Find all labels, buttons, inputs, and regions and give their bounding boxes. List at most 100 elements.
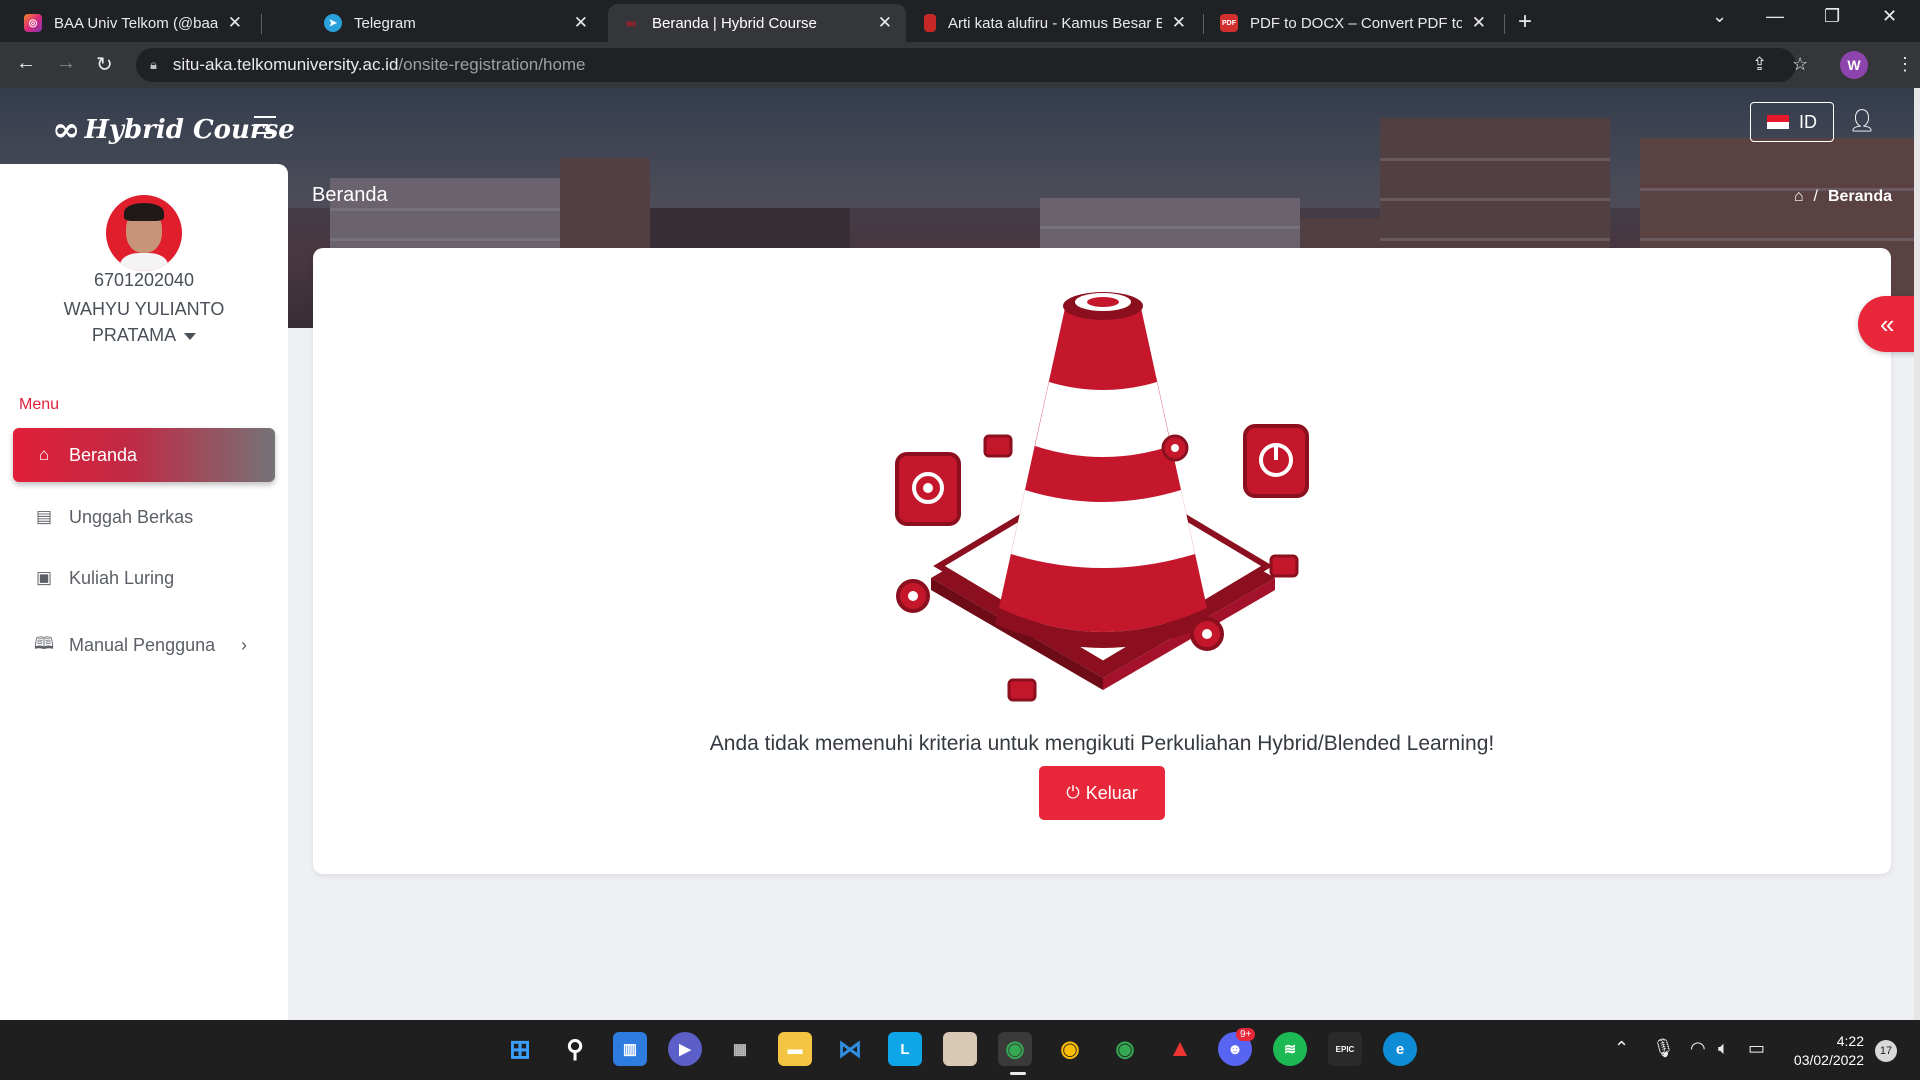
epic-games-icon[interactable]: EPIC — [1328, 1032, 1362, 1066]
user-name: WAHYU YULIANTO PRATAMA — [63, 299, 225, 345]
indonesia-flag-icon — [1767, 115, 1789, 129]
caret-down-icon — [184, 332, 197, 340]
breadcrumb-home-icon[interactable]: ⌂ — [1794, 188, 1804, 206]
browser-tab-strip: ◎ BAA Univ Telkom (@baa_univtelk ✕ ➤ Tel… — [0, 0, 1920, 42]
menu-toggle-icon[interactable] — [254, 116, 276, 140]
forward-icon[interactable]: → — [56, 52, 76, 75]
tab-pdf-to-docx[interactable]: PDF PDF to DOCX – Convert PDF to D ✕ — [1206, 4, 1500, 42]
page-title: Beranda — [312, 184, 388, 206]
more-menu-icon[interactable]: ⋮ — [1896, 54, 1914, 75]
system-clock[interactable]: 4:22 03/02/2022 — [1784, 1032, 1864, 1070]
close-tab-icon[interactable]: ✕ — [1172, 13, 1186, 33]
tab-title: Beranda | Hybrid Course — [652, 14, 817, 32]
angular-icon[interactable]: ▲ — [1163, 1032, 1197, 1066]
home-icon: ⌂ — [38, 445, 50, 464]
close-tab-icon[interactable]: ✕ — [878, 13, 892, 33]
lock-icon: 🔒︎ — [150, 57, 157, 72]
chrome-icon[interactable]: ◉ — [1053, 1032, 1087, 1066]
close-tab-icon[interactable]: ✕ — [228, 13, 242, 33]
browser-toolbar: ← → ↻ 🔒︎ situ-aka.telkomuniversity.ac.id… — [0, 42, 1920, 88]
minimize-button[interactable]: — — [1766, 6, 1784, 27]
hybrid-course-icon: ∞ — [626, 15, 636, 31]
wifi-icon[interactable]: ◠ — [1690, 1038, 1706, 1059]
photo-app-icon[interactable] — [943, 1032, 977, 1066]
chrome-profile-w-icon[interactable]: ◉ — [998, 1032, 1032, 1066]
vscode-icon[interactable]: ⋈ — [833, 1032, 867, 1066]
reload-icon[interactable]: ↻ — [96, 52, 113, 77]
profile-avatar[interactable]: W — [1840, 51, 1868, 79]
user-account-icon[interactable]: 👤︎ — [1848, 108, 1876, 134]
volume-icon[interactable]: 🔈︎ — [1718, 1038, 1729, 1059]
l-app-icon[interactable]: L — [888, 1032, 922, 1066]
tab-search-icon[interactable]: ⌄ — [1712, 6, 1727, 27]
sidebar-item-kuliah-luring[interactable]: ▣ Kuliah Luring — [13, 551, 275, 605]
battery-icon[interactable]: ▭ — [1748, 1038, 1765, 1059]
share-icon[interactable]: ⇪ — [1752, 54, 1767, 75]
user-manual-icon: 🕮︎ — [33, 633, 55, 653]
edge-icon[interactable]: e — [1383, 1032, 1417, 1066]
menu-section-label: Menu — [19, 396, 60, 413]
task-view-icon[interactable]: ▥ — [613, 1032, 647, 1066]
clock-time: 4:22 — [1836, 1033, 1864, 1049]
sidebar: 6701202040 WAHYU YULIANTO PRATAMA Menu ⌂… — [0, 164, 288, 1020]
chrome-icon[interactable]: ◉ — [1108, 1032, 1142, 1066]
microphone-icon[interactable]: 🎙︎ — [1652, 1038, 1675, 1059]
infinity-icon: ∞ — [52, 110, 81, 150]
close-tab-icon[interactable]: ✕ — [1472, 13, 1486, 33]
breadcrumb: ⌂ / Beranda — [1794, 188, 1892, 206]
url-host: situ-aka.telkomuniversity.ac.id — [172, 55, 399, 74]
back-icon[interactable]: ← — [16, 52, 36, 75]
sidebar-item-beranda[interactable]: ⌂ Beranda — [13, 428, 275, 482]
sidebar-item-manual-pengguna[interactable]: 🕮︎ Manual Pengguna › — [13, 618, 275, 672]
language-switcher[interactable]: ID — [1750, 102, 1834, 142]
logout-button[interactable]: ⏻ Keluar — [1039, 766, 1165, 820]
address-bar[interactable]: 🔒︎ situ-aka.telkomuniversity.ac.id/onsit… — [136, 48, 1796, 82]
app-topbar: ∞ Hybrid Course ID 👤︎ — [0, 88, 1920, 164]
bookmark-star-icon[interactable]: ☆ — [1792, 54, 1808, 75]
pdf-icon: PDF — [1220, 14, 1238, 32]
power-icon: ⏻ — [1066, 783, 1080, 802]
tray-overflow-icon[interactable]: ⌃ — [1614, 1038, 1629, 1059]
user-avatar — [106, 195, 182, 271]
side-panel-toggle[interactable]: « — [1858, 296, 1920, 352]
sidebar-item-unggah-berkas[interactable]: ▤ Unggah Berkas — [13, 490, 275, 544]
clock-date: 03/02/2022 — [1793, 1052, 1864, 1068]
tab-hybrid-course[interactable]: ∞ Beranda | Hybrid Course ✕ — [608, 4, 906, 42]
language-code: ID — [1799, 111, 1817, 132]
tab-title: Arti kata alufiru - Kamus Besar Ba — [948, 14, 1162, 32]
spotify-icon[interactable]: ≋ — [1273, 1032, 1307, 1066]
restore-button[interactable]: ❐ — [1824, 6, 1840, 27]
sidebar-item-label: Kuliah Luring — [69, 567, 175, 588]
tab-instagram[interactable]: ◎ BAA Univ Telkom (@baa_univtelk ✕ — [10, 4, 256, 42]
traffic-cone-illustration — [895, 292, 1309, 702]
discord-badge: 9+ — [1236, 1028, 1256, 1041]
eligibility-message: Anda tidak memenuhi kriteria untuk mengi… — [709, 732, 1495, 755]
tab-divider — [1504, 14, 1505, 34]
teams-chat-icon[interactable]: ▶ — [668, 1032, 702, 1066]
close-window-button[interactable]: ✕ — [1882, 6, 1897, 27]
active-app-indicator — [1010, 1072, 1026, 1075]
main-content-card: Anda tidak memenuhi kriteria untuk mengi… — [313, 248, 1891, 874]
file-tool-icon[interactable]: ▦ — [723, 1032, 757, 1066]
close-tab-icon[interactable]: ✕ — [574, 13, 588, 33]
double-chevron-left-icon: « — [1880, 308, 1895, 339]
tab-telegram[interactable]: ➤ Telegram ✕ — [310, 4, 602, 42]
logout-label: Keluar — [1085, 782, 1138, 803]
instagram-icon: ◎ — [24, 14, 42, 32]
user-name-dropdown[interactable]: WAHYU YULIANTO PRATAMA — [30, 296, 258, 348]
tab-kbbi[interactable]: Arti kata alufiru - Kamus Besar Ba ✕ — [910, 4, 1200, 42]
notification-count-badge[interactable]: 17 — [1875, 1040, 1897, 1062]
page-scrollbar[interactable] — [1914, 88, 1920, 1020]
tab-divider — [1203, 14, 1204, 34]
tab-divider — [261, 14, 262, 34]
kbbi-icon — [924, 14, 936, 32]
breadcrumb-current: Beranda — [1827, 188, 1892, 205]
search-icon[interactable]: ⚲ — [558, 1032, 592, 1066]
file-explorer-icon[interactable]: ▬ — [778, 1032, 812, 1066]
new-tab-button[interactable]: + — [1518, 8, 1532, 36]
tab-title: PDF to DOCX – Convert PDF to D — [1250, 14, 1462, 32]
windows-taskbar: ⊞ ⚲ ▥ ▶ ▦ ▬ ⋈ L ◉ ◉ ◉ ▲ ☻ 9+ ≋ EPIC e ⌃ … — [0, 1020, 1920, 1080]
windows-start-icon[interactable]: ⊞ — [503, 1032, 537, 1066]
tab-title: BAA Univ Telkom (@baa_univtelk — [54, 14, 218, 32]
telegram-icon: ➤ — [324, 14, 342, 32]
